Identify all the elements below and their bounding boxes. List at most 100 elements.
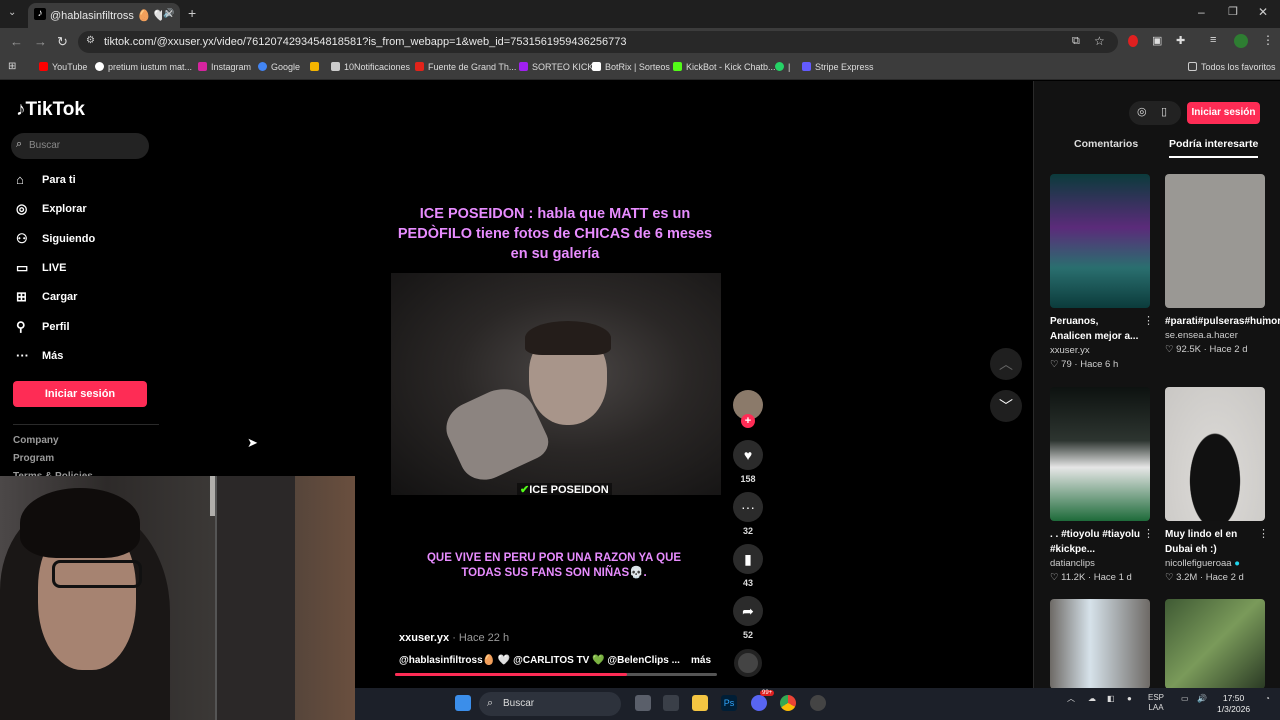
url-field[interactable]: ⚙ tiktok.com/@xxuser.yx/video/7612074293… bbox=[78, 31, 1118, 53]
tab-list-icon[interactable]: ⌄ bbox=[8, 7, 16, 18]
forward-icon[interactable]: → bbox=[34, 34, 47, 49]
music-disc-icon[interactable] bbox=[734, 649, 762, 677]
tab-podria-interesarte[interactable]: Podría interesarte bbox=[1169, 138, 1259, 158]
windows-start-icon[interactable] bbox=[455, 695, 471, 711]
follow-plus-icon[interactable]: + bbox=[741, 414, 755, 428]
close-tab-icon[interactable]: ✕ bbox=[164, 7, 174, 21]
bookmark-sorteo-kick[interactable]: SORTEO KICK bbox=[519, 62, 593, 72]
botrix-icon bbox=[592, 62, 601, 71]
tray-chevron-icon[interactable]: ︿ bbox=[1067, 694, 1075, 704]
network-icon[interactable]: ▭ bbox=[1181, 694, 1189, 704]
more-options-icon[interactable]: ⋮ bbox=[1258, 527, 1269, 540]
all-bookmarks-folder[interactable]: Todos los favoritos bbox=[1188, 62, 1276, 72]
language-indicator[interactable]: ESP LAA bbox=[1148, 693, 1164, 713]
video-card[interactable]: Peruanos, Analicen mejor a... xxuser.yx … bbox=[1050, 174, 1154, 370]
bookmark-gta-font[interactable]: Fuente de Grand Th... bbox=[415, 62, 516, 72]
save-button[interactable]: ▮ 43 bbox=[733, 544, 763, 588]
bookmark-notifications[interactable]: 10Notificaciones bbox=[331, 62, 410, 72]
video-player[interactable]: ✔ICE POSEIDON bbox=[391, 273, 721, 495]
app-icon[interactable] bbox=[810, 695, 826, 711]
phone-icon[interactable]: ▯ bbox=[1161, 105, 1167, 118]
menu-icon[interactable]: ⋮ bbox=[1262, 33, 1274, 47]
nav-para-ti[interactable]: ⌂ Para ti bbox=[16, 172, 76, 192]
video-caption-top: ICE POSEIDON : habla que MATT es un PEDÒ… bbox=[397, 206, 713, 262]
more-options-icon[interactable]: ⋮ bbox=[1258, 314, 1269, 327]
bookmark-pretium[interactable]: pretium iustum mat... bbox=[95, 62, 192, 72]
comment-button[interactable]: ··· 32 bbox=[733, 492, 763, 536]
login-button[interactable]: Iniciar sesión bbox=[13, 381, 147, 407]
nav-explorar[interactable]: ◎ Explorar bbox=[16, 201, 87, 221]
tray-icon[interactable]: ☁ bbox=[1088, 694, 1096, 704]
like-button[interactable]: ♥ 158 bbox=[733, 440, 763, 484]
app-icon[interactable] bbox=[663, 695, 679, 711]
tab-comentarios[interactable]: Comentarios bbox=[1074, 138, 1138, 150]
site-info-icon[interactable]: ⚙ bbox=[86, 35, 95, 46]
share-button[interactable]: ➦ 52 bbox=[733, 596, 763, 640]
extension-red-icon[interactable] bbox=[1128, 35, 1138, 47]
nav-siguiendo[interactable]: ⚇ Siguiendo bbox=[16, 231, 95, 251]
nav-perfil[interactable]: ⚲ Perfil bbox=[16, 319, 70, 339]
browser-tab[interactable]: ♪ @hablasinfiltross 🥚 🤍 @C 🔊 ✕ bbox=[28, 3, 180, 28]
search-input[interactable]: ⌕ Buscar bbox=[11, 133, 149, 159]
stripe-icon bbox=[802, 62, 811, 71]
cast-icon[interactable]: ⧉ bbox=[1072, 35, 1080, 48]
more-options-icon[interactable]: ⋮ bbox=[1143, 314, 1154, 327]
more-options-icon[interactable]: ⋮ bbox=[1143, 527, 1154, 540]
video-card[interactable]: #parati#pulseras#humor#humorrr se.ensea.… bbox=[1165, 174, 1280, 355]
video-card[interactable] bbox=[1050, 599, 1150, 689]
google-icon bbox=[258, 62, 267, 71]
bookmark-stripe[interactable]: Stripe Express bbox=[802, 62, 874, 72]
next-video-button[interactable]: ﹀ bbox=[990, 390, 1022, 422]
tiktok-logo[interactable]: ♪TikTok bbox=[16, 99, 85, 121]
file-explorer-icon[interactable] bbox=[692, 695, 708, 711]
footer-company-link[interactable]: Company bbox=[13, 435, 59, 446]
more-link[interactable]: más bbox=[691, 655, 711, 666]
bookmark-botrix[interactable]: BotRix | Sorteos bbox=[592, 62, 670, 72]
nav-cargar[interactable]: ⊞ Cargar bbox=[16, 289, 77, 309]
extensions-puzzle-icon[interactable]: ✚ bbox=[1176, 34, 1185, 47]
video-caption-bottom: QUE VIVE EN PERU POR UNA RAZON YA QUE TO… bbox=[426, 552, 682, 579]
tray-icon[interactable]: ◧ bbox=[1107, 694, 1115, 704]
restore-icon[interactable]: ❐ bbox=[1228, 5, 1238, 18]
nav-mas[interactable]: ··· Más bbox=[16, 348, 63, 368]
compass-small-icon[interactable]: ◎ bbox=[1137, 105, 1147, 118]
bookmark-star-icon[interactable]: ☆ bbox=[1094, 34, 1105, 48]
taskbar-clock[interactable]: 17:50 1/3/2026 bbox=[1217, 693, 1250, 715]
minimize-icon[interactable]: – bbox=[1198, 5, 1205, 19]
chrome-icon[interactable] bbox=[780, 695, 796, 711]
reading-list-icon[interactable]: ≡ bbox=[1210, 34, 1216, 46]
apps-grid-icon[interactable]: ⊞ bbox=[8, 61, 16, 72]
video-author[interactable]: xxuser.yx · Hace 22 h bbox=[399, 632, 509, 644]
task-view-icon[interactable] bbox=[635, 695, 651, 711]
bookmark-instagram[interactable]: Instagram bbox=[198, 62, 251, 72]
bookmark-pinwheel[interactable] bbox=[310, 62, 323, 72]
bookmark-youtube[interactable]: YouTube bbox=[39, 62, 87, 72]
tray-icon[interactable]: ● bbox=[1127, 694, 1132, 704]
video-thumbnail bbox=[1165, 599, 1265, 689]
bookmark-google[interactable]: Google bbox=[258, 62, 300, 72]
discord-icon[interactable] bbox=[751, 695, 767, 711]
bookmark-kickbot[interactable]: KickBot - Kick Chatb... bbox=[673, 62, 776, 72]
video-card[interactable] bbox=[1165, 599, 1265, 689]
notifications-icon[interactable]: ◔ bbox=[1265, 694, 1270, 704]
footer-program-link[interactable]: Program bbox=[13, 453, 54, 464]
video-progress-bar[interactable] bbox=[395, 673, 717, 676]
previous-video-button[interactable]: ︿ bbox=[990, 348, 1022, 380]
video-card[interactable]: Muy lindo el en Dubai eh :) nicollefigue… bbox=[1165, 387, 1269, 583]
back-icon[interactable]: ← bbox=[10, 34, 23, 49]
photoshop-icon[interactable]: Ps bbox=[721, 695, 737, 711]
volume-icon[interactable]: 🔊 bbox=[1197, 694, 1207, 704]
panel-login-button[interactable]: Iniciar sesión bbox=[1187, 102, 1260, 124]
reload-icon[interactable]: ↻ bbox=[57, 34, 68, 50]
profile-avatar[interactable] bbox=[1234, 34, 1248, 48]
video-card[interactable]: . . #tioyolu #tiayolu #kickpe... datianc… bbox=[1050, 387, 1154, 583]
taskbar-search[interactable]: ⌕ Buscar bbox=[479, 692, 621, 716]
extension-icon[interactable]: ▣ bbox=[1152, 34, 1162, 47]
video-description: @hablasinfiltross🥚 🤍 @CARLITOS TV 💚 @Bel… bbox=[399, 655, 680, 666]
new-tab-icon[interactable]: + bbox=[188, 5, 196, 21]
nav-live[interactable]: ▭ LIVE bbox=[16, 260, 66, 280]
bookmark-whatsapp[interactable]: | bbox=[775, 62, 790, 72]
mouse-cursor-icon: ➤ bbox=[247, 435, 258, 450]
tiktok-favicon-icon: ♪ bbox=[34, 8, 46, 20]
close-window-icon[interactable]: ✕ bbox=[1258, 5, 1268, 19]
